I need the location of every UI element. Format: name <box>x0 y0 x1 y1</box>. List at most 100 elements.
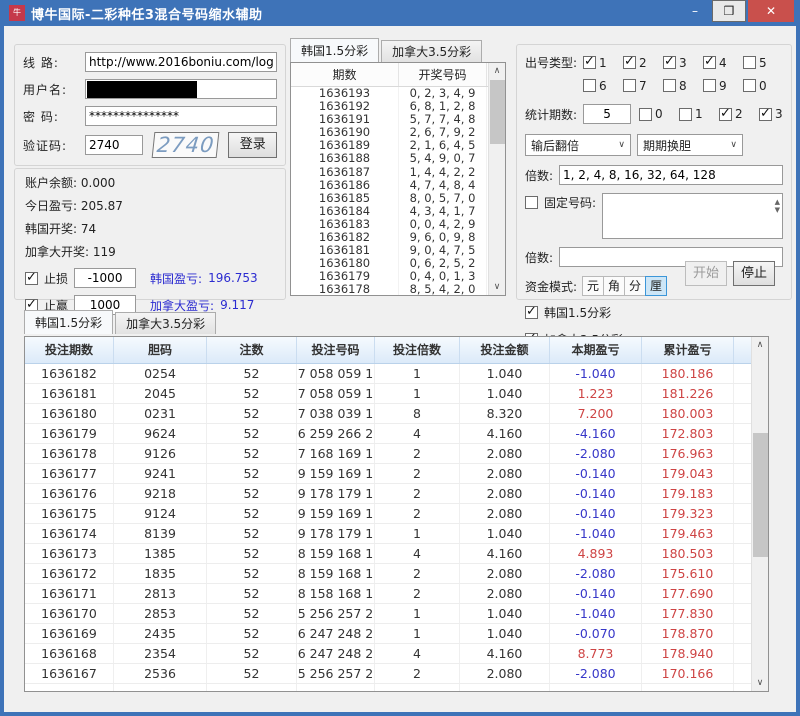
minimize-button[interactable]: – <box>680 0 710 22</box>
start-button[interactable]: 开始 <box>685 261 727 286</box>
multiplier-input[interactable] <box>559 165 783 185</box>
bet-col-header[interactable]: 投注号码 <box>297 337 375 363</box>
stop-loss-input[interactable] <box>74 268 136 288</box>
bet-row[interactable]: 16361702853525 256 257 211.040-1.040177.… <box>25 604 768 624</box>
bet-row[interactable]: 16361721835528 159 168 122.080-2.080175.… <box>25 564 768 584</box>
checkbox-icon[interactable] <box>703 79 716 92</box>
checkbox-icon[interactable] <box>663 56 676 69</box>
fixed-number-textarea[interactable]: ▲▼ <box>602 193 783 239</box>
number-type-3[interactable]: 3 <box>663 56 699 70</box>
checkbox-icon[interactable] <box>583 79 596 92</box>
bet-col-header[interactable]: 注数 <box>207 337 297 363</box>
bet-cell: 179.183 <box>642 484 734 503</box>
scroll-down-icon[interactable]: ∨ <box>752 675 768 691</box>
checkbox-icon[interactable] <box>719 108 732 121</box>
checkbox-icon[interactable] <box>623 79 636 92</box>
bet-row[interactable]: 16361692435526 247 248 211.040-0.070178.… <box>25 624 768 644</box>
draw-list-scrollbar[interactable]: ∧ ∨ <box>488 63 505 295</box>
bet-row[interactable]: 16361731385528 159 168 144.1604.893180.5… <box>25 544 768 564</box>
bet-row[interactable]: 16361769218529 178 179 122.080-0.140179.… <box>25 484 768 504</box>
login-button[interactable]: 登录 <box>228 132 277 158</box>
password-input[interactable] <box>85 106 277 126</box>
korea-lottery-checkbox[interactable] <box>525 306 538 319</box>
draw-row[interactable]: 16361864, 7, 4, 8, 4 <box>291 179 505 192</box>
checkbox-icon[interactable] <box>759 108 772 121</box>
fixed-number-checkbox[interactable] <box>525 196 538 209</box>
bet-row[interactable]: 16361682354526 247 248 244.1608.773178.9… <box>25 644 768 664</box>
bet-col-header[interactable]: 投注期数 <box>25 337 114 363</box>
checkbox-icon[interactable] <box>583 56 596 69</box>
bet-row[interactable]: 16361748139529 178 179 111.040-1.040179.… <box>25 524 768 544</box>
number-type-0[interactable]: 0 <box>743 79 779 93</box>
checkbox-icon[interactable] <box>743 79 756 92</box>
stat-check-0[interactable]: 0 <box>639 107 675 121</box>
checkbox-icon[interactable] <box>663 79 676 92</box>
draw-row[interactable]: 16361885, 4, 9, 0, 7 <box>291 152 505 165</box>
maximize-button[interactable]: ❒ <box>712 0 746 22</box>
bet-tab-canada[interactable]: 加拿大3.5分彩 <box>115 312 216 334</box>
bet-row[interactable]: 16361812045527 058 059 111.0401.223181.2… <box>25 384 768 404</box>
checkbox-icon[interactable] <box>639 108 652 121</box>
money-mode-分[interactable]: 分 <box>624 276 646 296</box>
line-input[interactable] <box>85 52 277 72</box>
bet-tab-korea[interactable]: 韩国1.5分彩 <box>24 310 113 334</box>
bet-row[interactable]: 16361820254527 058 059 111.040-1.040180.… <box>25 364 768 384</box>
draw-col-period[interactable]: 期数 <box>291 63 399 86</box>
bet-row[interactable]: 16361712813528 158 168 122.080-0.140177.… <box>25 584 768 604</box>
scroll-thumb[interactable] <box>753 433 768 557</box>
bet-row[interactable]: 16361672536525 256 257 222.080-2.080170.… <box>25 664 768 684</box>
draw-row[interactable]: 16361844, 3, 4, 1, 7 <box>291 205 505 218</box>
bet-col-header[interactable]: 投注金额 <box>460 337 550 363</box>
number-type-4[interactable]: 4 <box>703 56 739 70</box>
stop-button[interactable]: 停止 <box>733 261 775 286</box>
checkbox-icon[interactable] <box>703 56 716 69</box>
scroll-thumb[interactable] <box>490 80 505 144</box>
captcha-input[interactable] <box>85 135 143 155</box>
draw-row[interactable]: 16361788, 5, 4, 2, 0 <box>291 283 505 296</box>
draw-col-numbers[interactable]: 开奖号码 <box>399 63 487 86</box>
bet-col-header[interactable]: 本期盈亏 <box>550 337 642 363</box>
username-input[interactable] <box>85 79 277 99</box>
double-mode-dropdown[interactable]: 输后翻倍∨ <box>525 134 631 156</box>
stat-check-1[interactable]: 1 <box>679 107 715 121</box>
scroll-up-icon[interactable]: ∧ <box>489 63 505 79</box>
money-mode-角[interactable]: 角 <box>603 276 625 296</box>
bet-col-header[interactable]: 累计盈亏 <box>642 337 734 363</box>
number-type-8[interactable]: 8 <box>663 79 699 93</box>
stat-periods-input[interactable] <box>583 104 631 124</box>
bet-col-header[interactable]: 胆码 <box>114 337 207 363</box>
stop-loss-checkbox[interactable] <box>25 272 38 285</box>
draw-row[interactable]: 16361871, 4, 4, 2, 2 <box>291 166 505 179</box>
bet-col-header[interactable]: 投注倍数 <box>375 337 460 363</box>
dan-mode-dropdown[interactable]: 期期换胆∨ <box>637 134 743 156</box>
checkbox-icon[interactable] <box>743 56 756 69</box>
money-mode-元[interactable]: 元 <box>582 276 604 296</box>
number-type-9[interactable]: 9 <box>703 79 739 93</box>
bet-row[interactable]: 16361759124529 159 169 122.080-0.140179.… <box>25 504 768 524</box>
stat-check-2[interactable]: 2 <box>719 107 755 121</box>
number-type-2[interactable]: 2 <box>623 56 659 70</box>
number-type-7[interactable]: 7 <box>623 79 659 93</box>
stat-check-3[interactable]: 3 <box>759 107 795 121</box>
close-button[interactable]: ✕ <box>748 0 794 22</box>
number-type-1[interactable]: 1 <box>583 56 619 70</box>
scroll-down-icon[interactable]: ∨ <box>489 279 505 295</box>
checkbox-icon[interactable] <box>623 56 636 69</box>
bet-cell: 2.080 <box>460 664 550 683</box>
number-type-5[interactable]: 5 <box>743 56 779 70</box>
scroll-up-icon[interactable]: ∧ <box>752 337 768 353</box>
draw-row[interactable]: 16361858, 0, 5, 7, 0 <box>291 192 505 205</box>
bet-row[interactable]: 16361779241529 159 169 122.080-0.140179.… <box>25 464 768 484</box>
spinner-icons[interactable]: ▲▼ <box>775 198 780 214</box>
number-type-6[interactable]: 6 <box>583 79 619 93</box>
checkbox-icon[interactable] <box>679 108 692 121</box>
draw-tab-canada[interactable]: 加拿大3.5分彩 <box>381 40 482 62</box>
captcha-image[interactable]: 2740 <box>152 132 220 158</box>
draw-tab-korea[interactable]: 韩国1.5分彩 <box>290 38 379 62</box>
bet-row[interactable]: 16361800231527 038 039 188.3207.200180.0… <box>25 404 768 424</box>
bet-table-scrollbar[interactable]: ∧ ∨ <box>751 337 768 691</box>
bet-row[interactable]: 16361799624526 259 266 244.160-4.160172.… <box>25 424 768 444</box>
bet-cell: 1636176 <box>25 484 114 503</box>
money-mode-厘[interactable]: 厘 <box>645 276 667 296</box>
bet-row[interactable]: 16361789126527 168 169 122.080-2.080176.… <box>25 444 768 464</box>
